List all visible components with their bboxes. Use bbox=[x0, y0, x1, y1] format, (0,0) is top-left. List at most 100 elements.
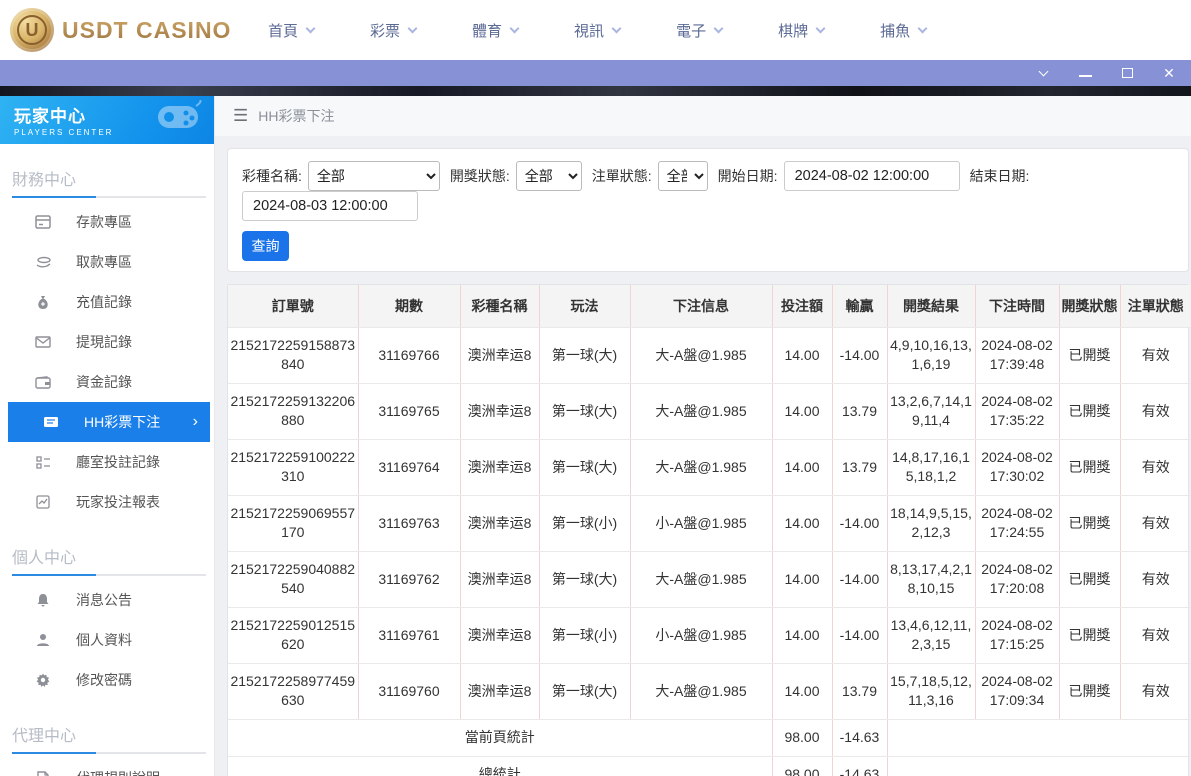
summary-empty-cell bbox=[887, 719, 1191, 757]
table-cell: 2024-08-02 17:09:34 bbox=[975, 663, 1060, 720]
nav-item-label: 首頁 bbox=[268, 22, 299, 40]
person-icon bbox=[34, 631, 52, 649]
table-cell: 31169761 bbox=[358, 607, 461, 664]
sidebar-item-修改密碼[interactable]: 修改密碼› bbox=[0, 660, 214, 700]
order-status-select[interactable]: 全部 bbox=[657, 161, 708, 191]
section-underline bbox=[12, 752, 206, 754]
sidebar-item-存款專區[interactable]: 存款專區› bbox=[0, 202, 214, 242]
section-underline bbox=[12, 574, 206, 576]
table-cell: 31169766 bbox=[358, 327, 461, 384]
table-cell: -14.00 bbox=[832, 327, 888, 384]
coin-letter: U bbox=[17, 15, 47, 45]
sidebar-item-label: 充值記錄 bbox=[76, 294, 132, 310]
bet-table: 訂單號 期數 彩種名稱 玩法 下注信息 投注額 輸贏 開獎結果 下注時間 開獎狀態 注單狀態 215… bbox=[228, 285, 1191, 776]
draw-status-select[interactable]: 全部 bbox=[515, 161, 582, 191]
deposit-card-icon bbox=[34, 213, 52, 231]
column-header: 期數 bbox=[358, 285, 461, 328]
sidebar-item-廳室投註記錄[interactable]: 廳室投註記錄› bbox=[0, 442, 214, 482]
ticket-icon bbox=[42, 413, 60, 431]
start-date-input[interactable] bbox=[783, 161, 960, 191]
table-cell: 第一球(大) bbox=[539, 383, 631, 440]
end-date-input[interactable] bbox=[242, 191, 418, 221]
wallet-icon bbox=[34, 373, 52, 391]
column-header: 投注額 bbox=[772, 285, 833, 328]
window-collapse-icon[interactable] bbox=[1035, 65, 1051, 81]
window-maximize-icon[interactable] bbox=[1119, 65, 1135, 81]
window-close-icon[interactable]: ✕ bbox=[1161, 65, 1177, 81]
withdraw-hand-icon bbox=[34, 253, 52, 271]
table-cell: 14.00 bbox=[772, 327, 833, 384]
decorative-dark-strip bbox=[0, 86, 1191, 96]
sidebar-item-資金記錄[interactable]: 資金記錄› bbox=[0, 362, 214, 402]
table-cell: 有效 bbox=[1120, 327, 1191, 384]
table-cell: 已開獎 bbox=[1059, 663, 1121, 720]
sidebar-item-HH彩票下注[interactable]: HH彩票下注 › bbox=[8, 402, 210, 442]
sidebar-item-取款專區[interactable]: 取款專區› bbox=[0, 242, 214, 282]
logo[interactable]: U USDT CASINO bbox=[10, 8, 240, 52]
nav-item[interactable]: 視訊 bbox=[574, 20, 622, 41]
table-cell: 大-A盤@1.985 bbox=[630, 663, 773, 720]
table-cell: 有效 bbox=[1120, 439, 1191, 496]
column-header: 開獎結果 bbox=[887, 285, 976, 328]
column-header: 玩法 bbox=[539, 285, 631, 328]
nav-item[interactable]: 彩票 bbox=[370, 20, 418, 41]
list-icon bbox=[34, 453, 52, 471]
draw-status-label: 開獎狀態: bbox=[449, 168, 510, 184]
table-cell: 2152172259158873840 bbox=[228, 327, 359, 384]
query-button[interactable]: 查詢 bbox=[242, 231, 289, 261]
nav-item[interactable]: 首頁 bbox=[268, 20, 316, 41]
window-minimize-icon[interactable] bbox=[1077, 65, 1093, 81]
table-row: 2152172259132206880 31169765 澳洲幸运8 第一球(大) 大-… bbox=[228, 383, 1191, 440]
sidebar-item-代理規則說明[interactable]: 代理規則說明› bbox=[0, 758, 214, 776]
page-title: HH彩票下注 bbox=[258, 108, 335, 124]
table-cell: 第一球(大) bbox=[539, 327, 631, 384]
sidebar-item-label: 取款專區 bbox=[76, 254, 132, 270]
filter-panel: 彩種名稱: 全部 開獎狀態: 全部 注單狀態: 全部 開始日期: 2024-08… bbox=[227, 148, 1189, 272]
sidebar-item-label: 消息公告 bbox=[76, 592, 132, 608]
sidebar-item-提現記錄[interactable]: 提現記錄› bbox=[0, 322, 214, 362]
summary-row: 當前頁統計 98.00 -14.63 bbox=[228, 719, 1191, 757]
nav-item[interactable]: 電子 bbox=[676, 20, 724, 41]
sidebar-item-個人資料[interactable]: 個人資料› bbox=[0, 620, 214, 660]
sidebar-section: 個人中心消息公告›個人資料›修改密碼› bbox=[0, 536, 214, 700]
table-cell: 13,4,6,12,11,2,3,15 bbox=[887, 607, 976, 664]
table-cell: 已開獎 bbox=[1059, 327, 1121, 384]
table-cell: 已開獎 bbox=[1059, 495, 1121, 552]
chart-icon bbox=[34, 493, 52, 511]
sidebar-item-玩家投注報表[interactable]: 玩家投注報表› bbox=[0, 482, 214, 522]
table-cell: 14.00 bbox=[772, 551, 833, 608]
nav-item[interactable]: 體育 bbox=[472, 20, 520, 41]
hamburger-menu-icon[interactable]: ☰ bbox=[233, 106, 248, 126]
table-cell: 已開獎 bbox=[1059, 383, 1121, 440]
coin-logo-icon: U bbox=[10, 8, 54, 52]
table-row: 2152172259158873840 31169766 澳洲幸运8 第一球(大) 大-… bbox=[228, 327, 1191, 384]
nav-item[interactable]: 棋牌 bbox=[778, 20, 826, 41]
window-titlebar: ✕ bbox=[0, 60, 1191, 86]
sidebar-section-title: 代理中心 bbox=[12, 728, 77, 745]
table-cell: 澳洲幸运8 bbox=[460, 439, 540, 496]
column-header: 彩種名稱 bbox=[460, 285, 540, 328]
summary-winloss-total: -14.63 bbox=[832, 719, 888, 757]
summary-label: 當前頁統計 bbox=[228, 719, 773, 757]
sidebar-item-充值記錄[interactable]: 充值記錄› bbox=[0, 282, 214, 322]
summary-bet-total: 98.00 bbox=[772, 756, 833, 776]
sidebar-item-label: 提現記錄 bbox=[76, 334, 132, 350]
table-cell: 31169763 bbox=[358, 495, 461, 552]
table-row: 2152172259012515620 31169761 澳洲幸运8 第一球(小) 小-… bbox=[228, 607, 1191, 664]
table-cell: 14.00 bbox=[772, 439, 833, 496]
table-cell: 13.79 bbox=[832, 383, 888, 440]
end-date-label: 結束日期: bbox=[969, 168, 1030, 184]
nav-item[interactable]: 捕魚 bbox=[880, 20, 928, 41]
gamepad-icon bbox=[158, 100, 202, 128]
sidebar-section-title: 個人中心 bbox=[12, 550, 77, 567]
table-cell: 2024-08-02 17:20:08 bbox=[975, 551, 1060, 608]
table-cell: 大-A盤@1.985 bbox=[630, 551, 773, 608]
start-date-label: 開始日期: bbox=[717, 168, 778, 184]
main-nav: 首頁 彩票 體育 視訊 電子 棋牌 捕魚 bbox=[268, 0, 928, 60]
lottery-name-select[interactable]: 全部 bbox=[307, 161, 440, 191]
table-cell: 大-A盤@1.985 bbox=[630, 439, 773, 496]
table-cell: 2152172259069557170 bbox=[228, 495, 359, 552]
sidebar-item-消息公告[interactable]: 消息公告› bbox=[0, 580, 214, 620]
table-cell: 31169765 bbox=[358, 383, 461, 440]
chevron-down-icon bbox=[611, 23, 622, 33]
